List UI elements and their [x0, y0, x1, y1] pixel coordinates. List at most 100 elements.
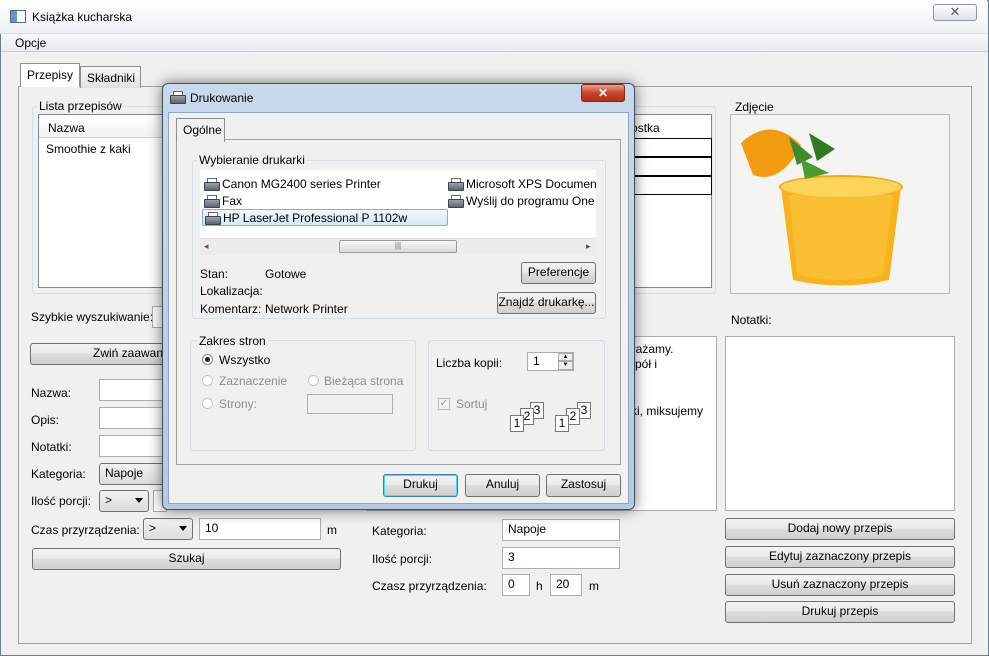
collate-pages-icon: 3 2 1	[508, 402, 550, 434]
printer-select-label: Wybieranie drukarki	[197, 153, 307, 167]
radio-pages[interactable]	[202, 398, 213, 409]
find-printer-button[interactable]: Znajdź drukarkę...	[497, 292, 596, 314]
photo-label: Zdjęcie	[733, 100, 776, 114]
window-close-button[interactable]: ✕	[933, 4, 977, 21]
window-title: Książka kucharska	[32, 10, 133, 24]
time-op-select[interactable]: >	[143, 518, 193, 540]
printer-name: Fax	[222, 194, 243, 208]
printer-item[interactable]: Canon MG2400 series Printer	[204, 177, 381, 192]
desc-field[interactable]	[99, 407, 169, 429]
tab-general[interactable]: Ogólne	[176, 118, 225, 142]
menu-bar	[1, 34, 988, 52]
tab-ingredients[interactable]: Składniki	[80, 66, 141, 88]
print-dialog-close-button[interactable]: ✕	[581, 84, 625, 102]
delete-recipe-button[interactable]: Usuń zaznaczony przepis	[725, 574, 955, 596]
printer-name: Wyślij do programu One	[466, 194, 595, 208]
detail-portions-label: Ilość porcji:	[372, 552, 433, 566]
copies-label: Liczba kopii:	[436, 356, 503, 370]
time-op-value: >	[149, 521, 157, 535]
recipe-photo	[730, 114, 950, 294]
notes-label: Notatki:	[731, 313, 772, 327]
printer-icon	[204, 178, 220, 192]
collapse-advanced-button[interactable]: Zwiń zaawansowane	[30, 343, 180, 365]
printer-item[interactable]: Wyślij do programu One	[448, 194, 596, 209]
printer-name: HP LaserJet Professional P 1102w	[223, 211, 408, 225]
cancel-button[interactable]: Anuluj	[465, 474, 540, 497]
copies-spin-down[interactable]: ▼	[558, 361, 573, 370]
copies-spin-up[interactable]: ▲	[558, 353, 573, 361]
preferences-button[interactable]: Preferencje	[521, 262, 596, 284]
printer-icon	[205, 212, 221, 226]
page-range-label: Zakres stron	[197, 334, 268, 348]
description-line: ski, miksujemy	[625, 404, 704, 418]
recipe-list-item[interactable]: Smoothie z kaki	[46, 142, 131, 156]
chevron-down-icon	[135, 498, 143, 503]
chevron-down-icon	[179, 526, 187, 531]
hours-unit: h	[536, 579, 543, 593]
category-label: Kategoria:	[31, 467, 86, 481]
radio-selection[interactable]	[202, 375, 213, 386]
scroll-thumb[interactable]: |||	[339, 240, 457, 253]
portions-op-select[interactable]: >	[99, 490, 149, 512]
detail-portions-field[interactable]: 3	[502, 547, 620, 569]
smoothie-photo-image	[731, 115, 949, 293]
status-label: Stan:	[200, 267, 229, 281]
name-label: Nazwa:	[31, 386, 72, 400]
tab-recipes[interactable]: Przepisy	[20, 63, 80, 87]
radio-all[interactable]	[202, 354, 213, 365]
printer-item-selected[interactable]: HP LaserJet Professional P 1102w	[202, 209, 448, 226]
minutes-unit: m	[589, 579, 599, 593]
collate-checkbox[interactable]: ✓	[438, 398, 450, 410]
col-name-header[interactable]: Nazwa	[48, 121, 85, 135]
radio-all-label: Wszystko	[219, 353, 271, 367]
quick-search-label: Szybkie wyszukiwanie:	[31, 310, 154, 324]
print-button[interactable]: Drukuj	[383, 474, 458, 497]
category-select-value: Napoje	[105, 466, 144, 480]
detail-minutes-field[interactable]: 20	[550, 574, 582, 596]
collate-label: Sortuj	[456, 397, 488, 411]
location-label: Lokalizacja:	[200, 284, 263, 298]
category-select[interactable]: Napoje	[99, 463, 169, 485]
status-value: Gotowe	[265, 267, 307, 281]
detail-category-label: Kategoria:	[372, 524, 427, 538]
collate-pages-icon: 3 2 1	[552, 402, 594, 434]
printer-icon	[448, 195, 464, 209]
portions-op-value: >	[105, 493, 113, 507]
time-field[interactable]: 10	[199, 518, 321, 540]
scroll-left-icon[interactable]: ◂	[204, 241, 209, 252]
pages-field[interactable]	[307, 394, 393, 414]
recipe-list-label: Lista przepisów	[37, 99, 124, 113]
portions-label: Ilość porcji:	[31, 494, 92, 508]
notes-textarea[interactable]	[725, 336, 955, 511]
add-recipe-button[interactable]: Dodaj nowy przepis	[725, 518, 955, 540]
menu-options[interactable]: Opcje	[15, 36, 46, 50]
radio-selection-label: Zaznaczenie	[219, 374, 288, 388]
edit-recipe-button[interactable]: Edytuj zaznaczony przepis	[725, 546, 955, 568]
printer-item[interactable]: Microsoft XPS Documen	[448, 177, 596, 192]
printer-icon	[448, 178, 464, 192]
notes-search-label: Notatki:	[31, 440, 72, 454]
scroll-right-icon[interactable]: ▸	[586, 241, 591, 252]
print-dialog-title: Drukowanie	[190, 91, 254, 105]
radio-pages-label: Strony:	[219, 397, 258, 411]
printer-name: Canon MG2400 series Printer	[222, 177, 381, 191]
name-field[interactable]	[99, 379, 169, 401]
time-label: Czas przyrządzenia:	[31, 523, 140, 537]
notes-field[interactable]	[99, 435, 169, 457]
fax-icon	[204, 195, 220, 209]
comment-value: Network Printer	[265, 302, 348, 316]
detail-category-field[interactable]: Napoje	[502, 519, 620, 541]
print-recipe-button[interactable]: Drukuj przepis	[725, 601, 955, 623]
radio-current-page[interactable]	[308, 375, 319, 386]
radio-current-page-label: Bieżąca strona	[324, 374, 404, 388]
detail-time-label: Czasz przyrządzenia:	[372, 579, 487, 593]
detail-hours-field[interactable]: 0	[502, 574, 530, 596]
printer-item[interactable]: Fax	[204, 194, 243, 209]
apply-button[interactable]: Zastosuj	[546, 474, 621, 497]
title-bar	[0, 0, 987, 34]
app-icon	[10, 10, 26, 23]
comment-label: Komentarz:	[200, 302, 262, 316]
printer-icon	[170, 90, 188, 105]
time-unit: m	[327, 523, 337, 537]
search-button[interactable]: Szukaj	[32, 548, 341, 570]
